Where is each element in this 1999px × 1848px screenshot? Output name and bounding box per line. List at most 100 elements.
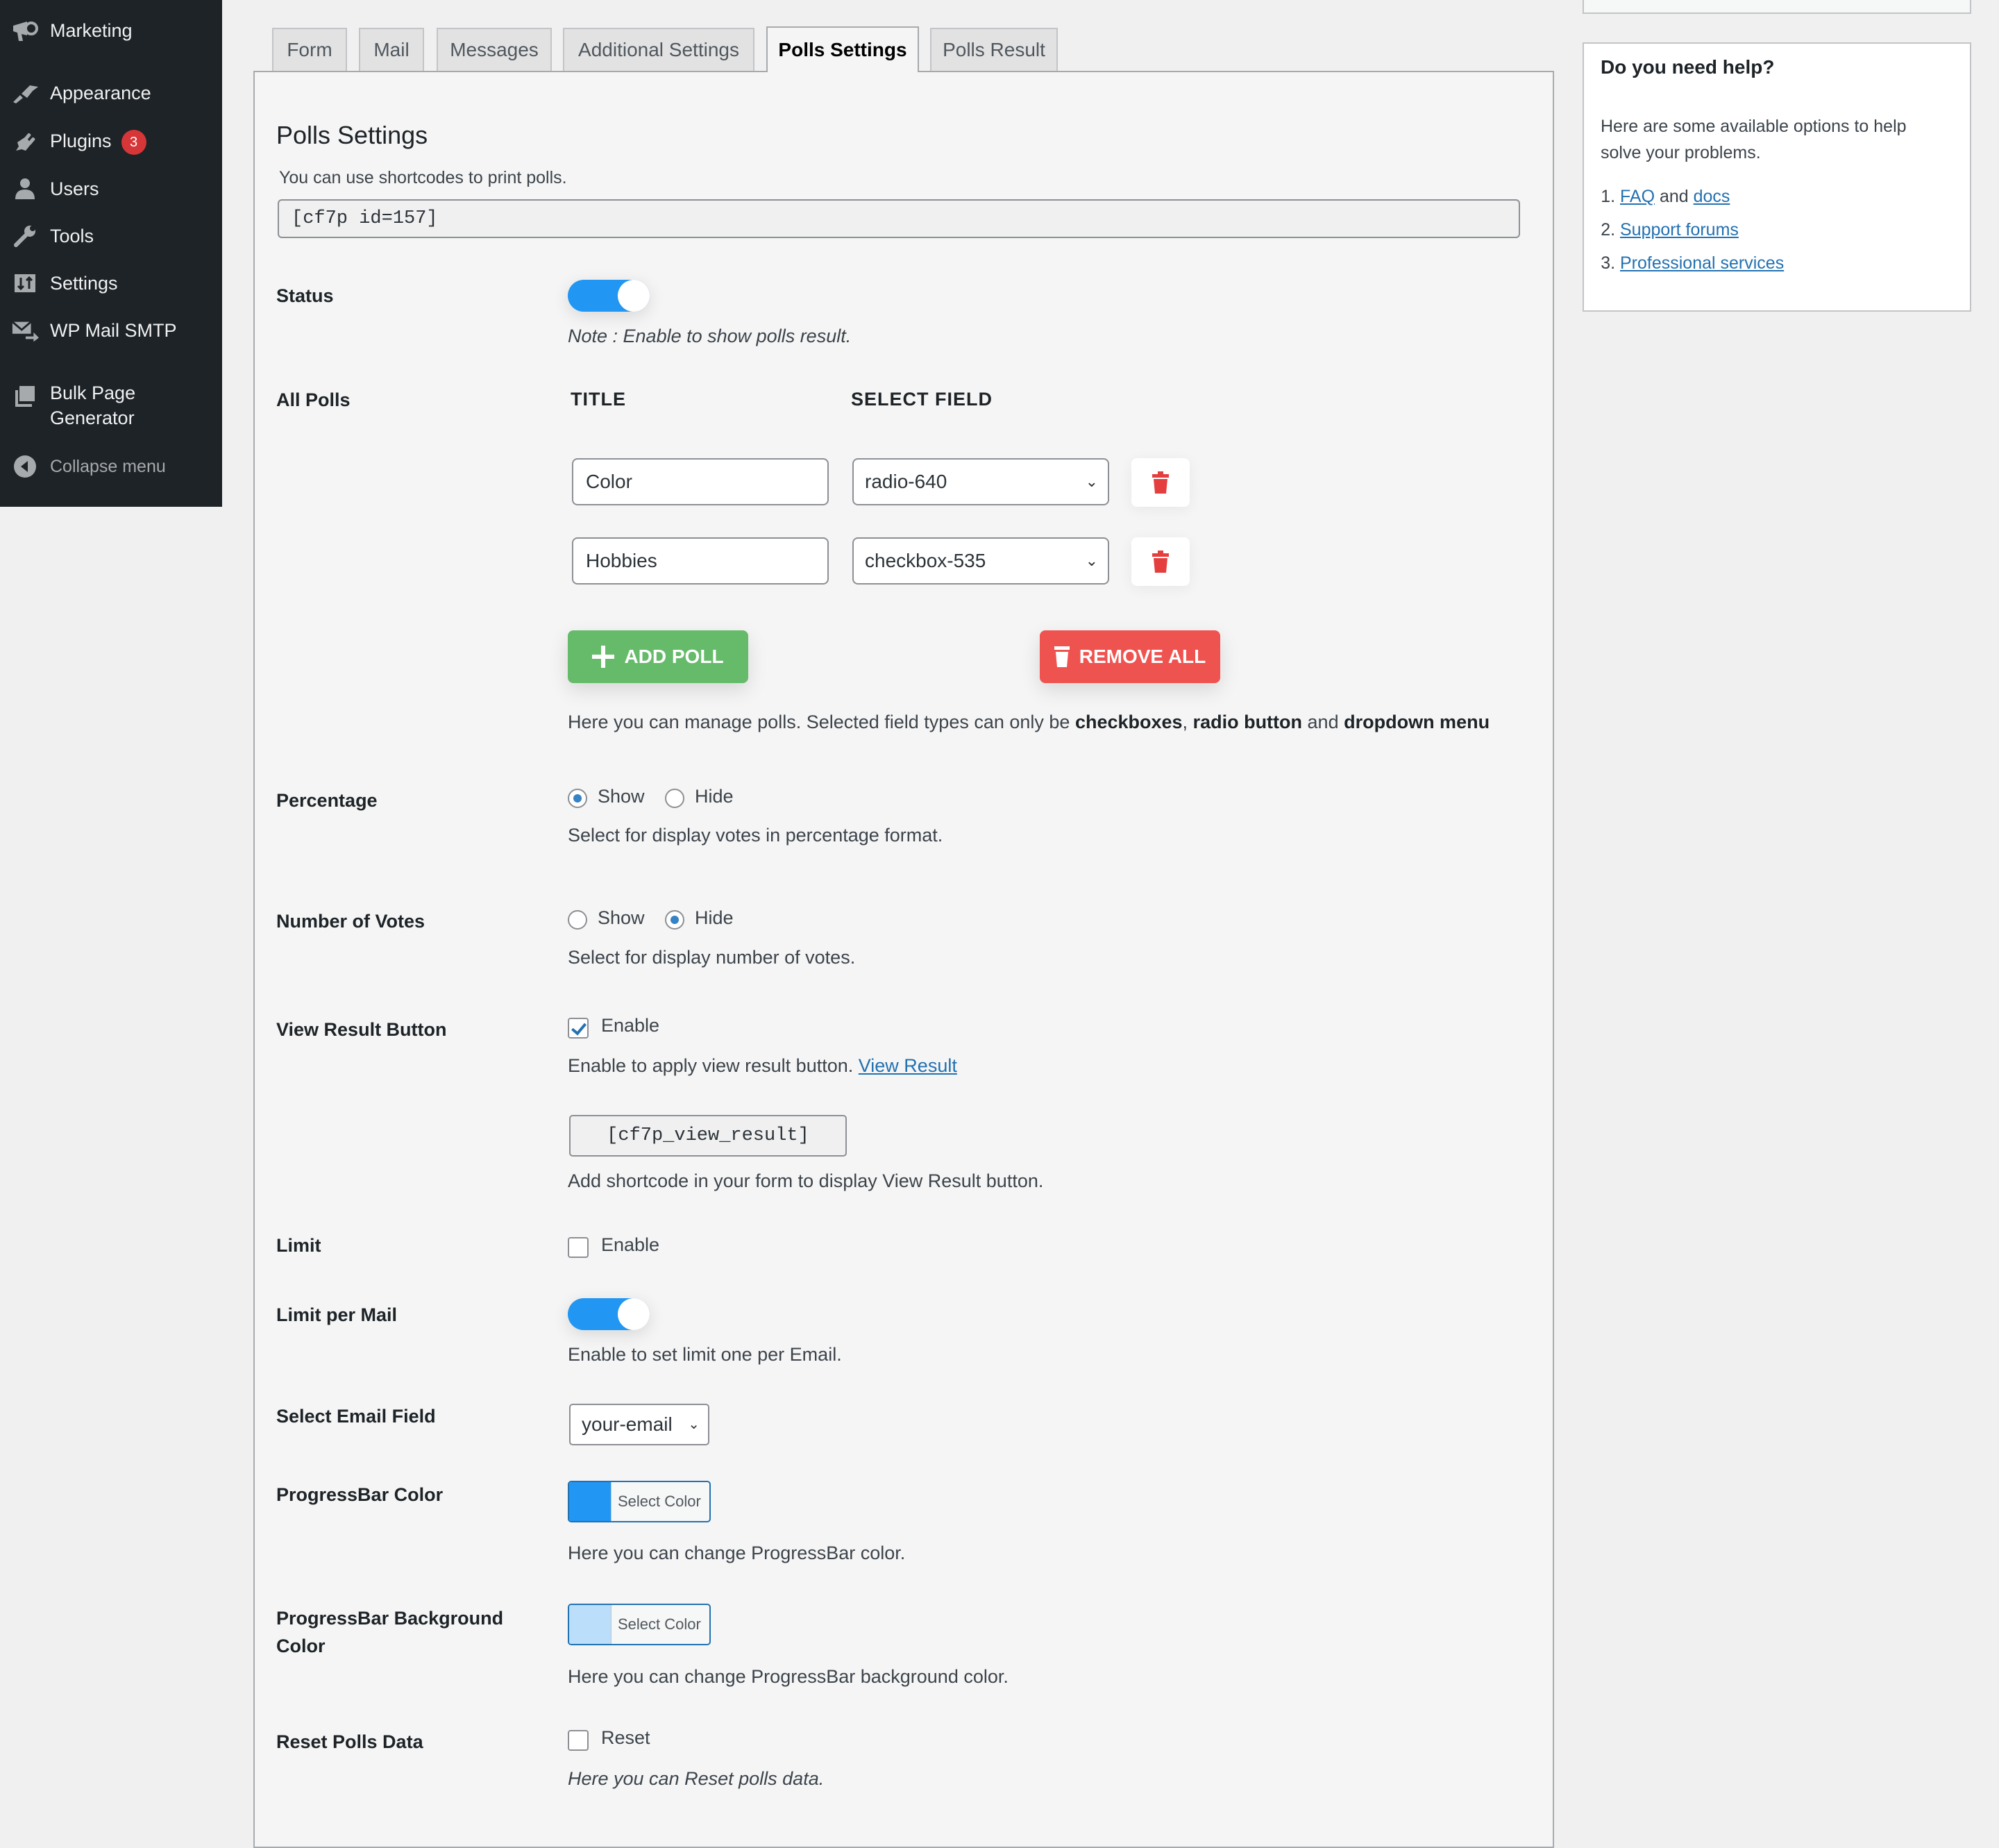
reset-polls-data-label: Reset Polls Data bbox=[276, 1731, 423, 1752]
sidebar-item-label: Settings bbox=[50, 273, 118, 294]
tab-polls-settings[interactable]: Polls Settings bbox=[766, 26, 919, 72]
help-text: and bbox=[1302, 712, 1344, 732]
sidebar-item-plugins[interactable]: Plugins 3 bbox=[0, 128, 222, 156]
all-polls-label: All Polls bbox=[276, 389, 351, 410]
tab-additional-settings[interactable]: Additional Settings bbox=[563, 28, 754, 71]
limit-enable-label[interactable]: Enable bbox=[601, 1234, 659, 1256]
sidebar-item-users[interactable]: Users bbox=[0, 175, 222, 203]
tab-messages[interactable]: Messages bbox=[437, 28, 552, 71]
poll-field-select[interactable]: checkbox-535 ⌄ bbox=[852, 537, 1109, 585]
professional-services-link[interactable]: Professional services bbox=[1620, 253, 1784, 273]
limit-enable-checkbox[interactable] bbox=[568, 1237, 589, 1258]
select-color-label: Select Color bbox=[618, 1615, 701, 1633]
help-text: Here you can manage polls. Selected fiel… bbox=[568, 712, 1075, 732]
status-toggle[interactable] bbox=[568, 280, 650, 312]
percentage-hide-label[interactable]: Hide bbox=[695, 786, 734, 807]
poll-field-select[interactable]: radio-640 ⌄ bbox=[852, 458, 1109, 505]
progressbar-color-picker[interactable]: Select Color bbox=[568, 1481, 711, 1522]
help-box-text: Here are some available options to help … bbox=[1601, 117, 1907, 162]
settings-icon bbox=[11, 269, 39, 297]
number-of-votes-label: Number of Votes bbox=[276, 911, 425, 932]
progressbar-color-help: Here you can change ProgressBar color. bbox=[568, 1543, 906, 1563]
pages-icon bbox=[11, 382, 39, 410]
tab-mail[interactable]: Mail bbox=[359, 28, 424, 71]
sidebar-item-label: Tools bbox=[50, 226, 94, 246]
votes-show-radio[interactable] bbox=[568, 910, 587, 930]
user-icon bbox=[11, 175, 39, 203]
sidebar-item-label: Plugins bbox=[50, 131, 112, 152]
view-result-help: Enable to apply view result button. View… bbox=[568, 1055, 957, 1077]
progressbar-bg-color-picker[interactable]: Select Color bbox=[568, 1604, 711, 1645]
docs-link[interactable]: docs bbox=[1694, 187, 1730, 206]
megaphone-icon bbox=[11, 17, 39, 44]
chevron-down-icon: ⌄ bbox=[1085, 552, 1098, 569]
delete-poll-button[interactable] bbox=[1131, 537, 1190, 586]
help-box-title: Do you need help? bbox=[1601, 56, 1775, 78]
percentage-label: Percentage bbox=[276, 790, 378, 811]
remove-all-label: REMOVE ALL bbox=[1079, 646, 1206, 667]
view-result-enable-checkbox[interactable] bbox=[568, 1018, 589, 1039]
collapse-menu-button[interactable]: Collapse menu bbox=[0, 453, 222, 480]
view-result-enable-label[interactable]: Enable bbox=[601, 1015, 659, 1036]
tab-form[interactable]: Form bbox=[272, 28, 347, 71]
votes-help: Select for display number of votes. bbox=[568, 947, 856, 968]
percentage-show-label[interactable]: Show bbox=[598, 786, 645, 807]
progressbar-bg-color-label: ProgressBar Background Color bbox=[276, 1608, 504, 1656]
tab-label: Form bbox=[287, 39, 332, 60]
select-value: checkbox-535 bbox=[865, 550, 986, 571]
votes-hide-radio[interactable] bbox=[665, 910, 684, 930]
collapse-arrow-icon bbox=[11, 453, 39, 480]
progressbar-color-label: ProgressBar Color bbox=[276, 1484, 444, 1505]
add-poll-button[interactable]: ADD POLL bbox=[568, 630, 748, 683]
sidebar-item-appearance[interactable]: Appearance bbox=[0, 79, 222, 107]
sidebar-item-label: Marketing bbox=[50, 20, 133, 41]
remove-all-button[interactable]: REMOVE ALL bbox=[1040, 630, 1220, 683]
view-result-button-label: View Result Button bbox=[276, 1019, 447, 1040]
tab-polls-result[interactable]: Polls Result bbox=[930, 28, 1058, 71]
view-result-shortcode-field[interactable]: [cf7p_view_result] bbox=[569, 1115, 847, 1157]
percentage-hide-radio[interactable] bbox=[665, 789, 684, 808]
percentage-help: Select for display votes in percentage f… bbox=[568, 825, 943, 846]
help-bold-dropdown: dropdown menu bbox=[1344, 712, 1490, 732]
email-field-select[interactable]: your-email ⌄ bbox=[569, 1404, 709, 1445]
limit-per-mail-toggle[interactable] bbox=[568, 1298, 650, 1330]
faq-link[interactable]: FAQ bbox=[1620, 187, 1655, 206]
mail-send-icon bbox=[11, 317, 39, 344]
trash-icon bbox=[1054, 646, 1070, 667]
sidebar-item-label: WP Mail SMTP bbox=[50, 320, 177, 341]
votes-hide-label[interactable]: Hide bbox=[695, 907, 734, 929]
polls-settings-panel bbox=[253, 71, 1554, 1848]
help-box: Do you need help? Here are some availabl… bbox=[1583, 42, 1971, 312]
votes-show-label[interactable]: Show bbox=[598, 907, 645, 929]
poll-title-input[interactable]: Hobbies bbox=[572, 537, 829, 585]
shortcode-hint: You can use shortcodes to print polls. bbox=[279, 168, 567, 187]
limit-label: Limit bbox=[276, 1235, 321, 1256]
reset-checkbox-label[interactable]: Reset bbox=[601, 1727, 650, 1749]
collapse-menu-label: Collapse menu bbox=[50, 457, 166, 476]
sidebar-item-wp-mail-smtp[interactable]: WP Mail SMTP bbox=[0, 317, 222, 344]
top-sidebar-box bbox=[1583, 0, 1971, 14]
sidebar-item-tools[interactable]: Tools bbox=[0, 222, 222, 250]
help-list-item: FAQ and docs bbox=[1620, 180, 1784, 213]
select-field-column-header: SELECT FIELD bbox=[851, 389, 993, 410]
color-swatch bbox=[569, 1605, 611, 1644]
trash-icon bbox=[1152, 471, 1169, 494]
poll-title-input[interactable]: Color bbox=[572, 458, 829, 505]
polls-shortcode-field[interactable]: [cf7p id=157] bbox=[278, 199, 1520, 238]
delete-poll-button[interactable] bbox=[1131, 458, 1190, 507]
reset-checkbox[interactable] bbox=[568, 1730, 589, 1751]
percentage-show-radio[interactable] bbox=[568, 789, 587, 808]
sidebar-item-bulk-page-generator[interactable]: Bulk Page Generator bbox=[0, 380, 222, 433]
tab-label: Messages bbox=[450, 39, 539, 60]
tab-label: Polls Result bbox=[943, 39, 1045, 60]
select-email-field-label: Select Email Field bbox=[276, 1406, 436, 1427]
sidebar-item-label: Appearance bbox=[50, 83, 151, 103]
sidebar-item-marketing[interactable]: Marketing bbox=[0, 17, 222, 44]
help-text: Enable to apply view result button. bbox=[568, 1055, 859, 1076]
support-forums-link[interactable]: Support forums bbox=[1620, 220, 1739, 240]
limit-per-mail-label: Limit per Mail bbox=[276, 1304, 398, 1325]
view-result-link[interactable]: View Result bbox=[859, 1055, 957, 1076]
status-label: Status bbox=[276, 285, 334, 306]
help-text: , bbox=[1182, 712, 1193, 732]
sidebar-item-settings[interactable]: Settings bbox=[0, 269, 222, 297]
